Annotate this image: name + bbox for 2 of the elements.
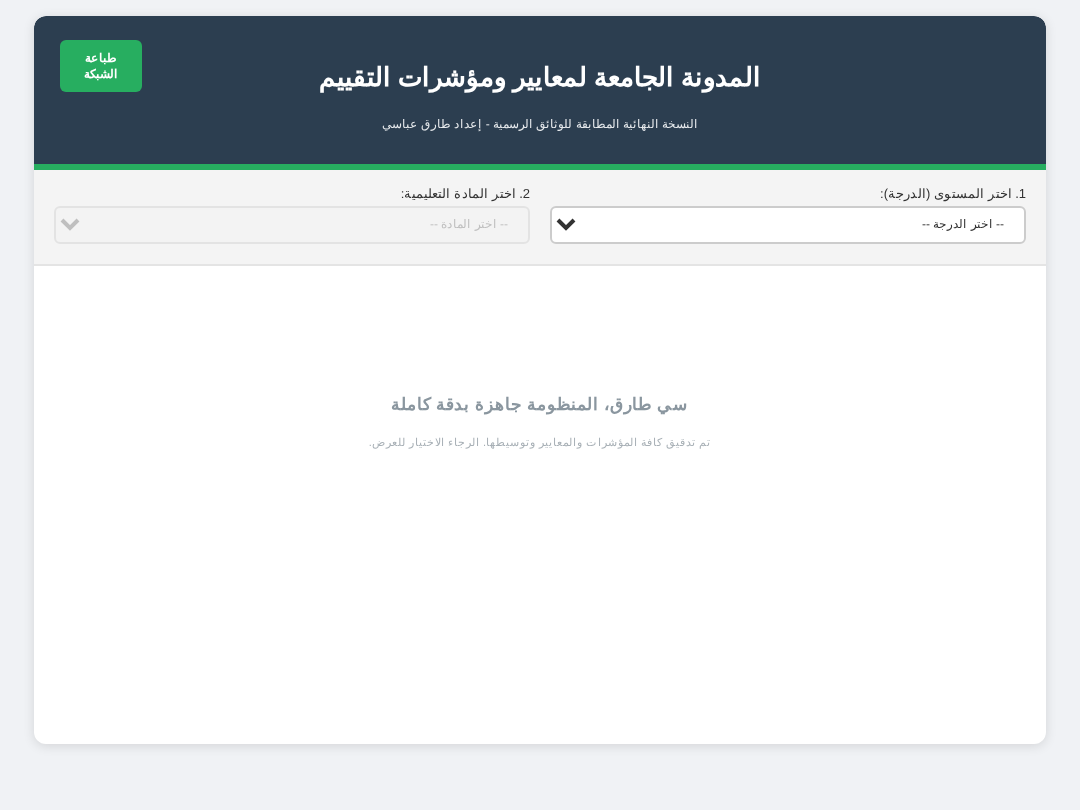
page-title: المدونة الجامعة لمعايير ومؤشرات التقييم — [318, 60, 762, 92]
ready-message: سي طارق، المنظومة جاهزة بدقة كاملة — [389, 394, 691, 414]
